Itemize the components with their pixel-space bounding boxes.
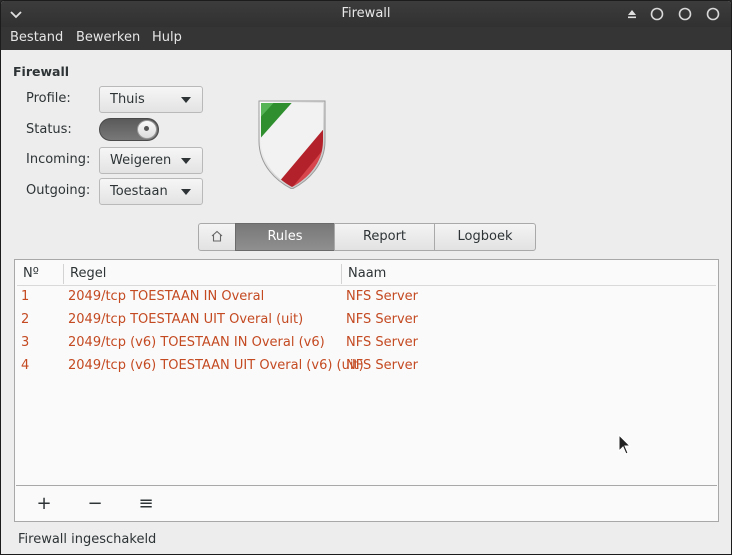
remove-rule-button[interactable]: − bbox=[84, 493, 106, 515]
rules-menu-button[interactable]: ≡ bbox=[135, 493, 157, 515]
mouse-cursor-icon bbox=[618, 434, 632, 455]
dropdown-arrow-icon bbox=[181, 189, 191, 195]
rule-number: 1 bbox=[21, 289, 30, 304]
menu-bestand[interactable]: Bestand bbox=[10, 30, 63, 45]
table-row[interactable]: 2 2049/tcp TOESTAAN UIT Overal (uit) NFS… bbox=[17, 309, 716, 332]
dropdown-arrow-icon bbox=[181, 97, 191, 103]
tab-rules[interactable]: Rules bbox=[235, 223, 335, 251]
maximize-button[interactable] bbox=[676, 5, 694, 23]
dropdown-arrow-icon bbox=[181, 158, 191, 164]
rule-name: NFS Server bbox=[346, 358, 418, 373]
rule-name: NFS Server bbox=[346, 289, 418, 304]
table-row[interactable]: 4 2049/tcp (v6) TOESTAAN UIT Overal (v6)… bbox=[17, 355, 716, 378]
title-bar: Firewall bbox=[1, 1, 731, 27]
status-switch[interactable] bbox=[99, 118, 159, 141]
incoming-label: Incoming: bbox=[26, 152, 91, 167]
incoming-value: Weigeren bbox=[110, 153, 172, 168]
add-rule-button[interactable]: + bbox=[33, 493, 55, 515]
rule-text: 2049/tcp (v6) TOESTAAN IN Overal (v6) bbox=[68, 335, 325, 350]
profile-label: Profile: bbox=[26, 91, 71, 106]
rules-table-header: Nº Regel Naam bbox=[17, 262, 716, 286]
table-row[interactable]: 1 2049/tcp TOESTAAN IN Overal NFS Server bbox=[17, 286, 716, 309]
outgoing-label: Outgoing: bbox=[26, 183, 91, 198]
column-separator bbox=[341, 264, 342, 284]
view-tabs: Rules Report Logboek bbox=[198, 223, 536, 251]
home-icon bbox=[211, 230, 223, 242]
eject-icon[interactable] bbox=[623, 5, 641, 23]
column-number[interactable]: Nº bbox=[23, 266, 39, 281]
menu-bewerken[interactable]: Bewerken bbox=[76, 30, 140, 45]
menu-hulp[interactable]: Hulp bbox=[152, 30, 182, 45]
switch-knob[interactable] bbox=[137, 120, 157, 139]
column-separator bbox=[63, 264, 64, 284]
column-naam[interactable]: Naam bbox=[348, 266, 386, 281]
tab-report[interactable]: Report bbox=[334, 223, 435, 251]
status-bar: Firewall ingeschakeld bbox=[18, 532, 157, 547]
app-window: Firewall Bestand Bewerken Hulp Firewall … bbox=[0, 0, 732, 555]
profile-combo[interactable]: Thuis bbox=[99, 86, 203, 113]
rule-number: 4 bbox=[21, 358, 30, 373]
status-label: Status: bbox=[26, 122, 72, 137]
profile-value: Thuis bbox=[110, 92, 145, 107]
close-button[interactable] bbox=[704, 5, 722, 23]
rule-name: NFS Server bbox=[346, 312, 418, 327]
tab-home[interactable] bbox=[198, 223, 236, 251]
rule-number: 2 bbox=[21, 312, 30, 327]
firewall-shield-icon bbox=[258, 100, 326, 189]
column-regel[interactable]: Regel bbox=[70, 266, 106, 281]
outgoing-combo[interactable]: Toestaan bbox=[99, 178, 203, 205]
rules-table: Nº Regel Naam 1 2049/tcp TOESTAAN IN Ove… bbox=[16, 261, 717, 486]
firewall-section-title: Firewall bbox=[13, 64, 70, 79]
incoming-combo[interactable]: Weigeren bbox=[99, 147, 203, 174]
rule-text: 2049/tcp TOESTAAN IN Overal bbox=[68, 289, 265, 304]
rule-text: 2049/tcp TOESTAAN UIT Overal (uit) bbox=[68, 312, 304, 327]
minimize-button[interactable] bbox=[648, 5, 666, 23]
rule-name: NFS Server bbox=[346, 335, 418, 350]
outgoing-value: Toestaan bbox=[110, 184, 168, 199]
table-row[interactable]: 3 2049/tcp (v6) TOESTAAN IN Overal (v6) … bbox=[17, 332, 716, 355]
tab-logboek[interactable]: Logboek bbox=[434, 223, 536, 251]
window-title: Firewall bbox=[341, 6, 391, 21]
menu-bar: Bestand Bewerken Hulp bbox=[1, 27, 731, 50]
rules-list: Nº Regel Naam 1 2049/tcp TOESTAAN IN Ove… bbox=[14, 259, 719, 522]
rule-text: 2049/tcp (v6) TOESTAAN UIT Overal (v6) (… bbox=[68, 358, 364, 373]
rule-number: 3 bbox=[21, 335, 30, 350]
